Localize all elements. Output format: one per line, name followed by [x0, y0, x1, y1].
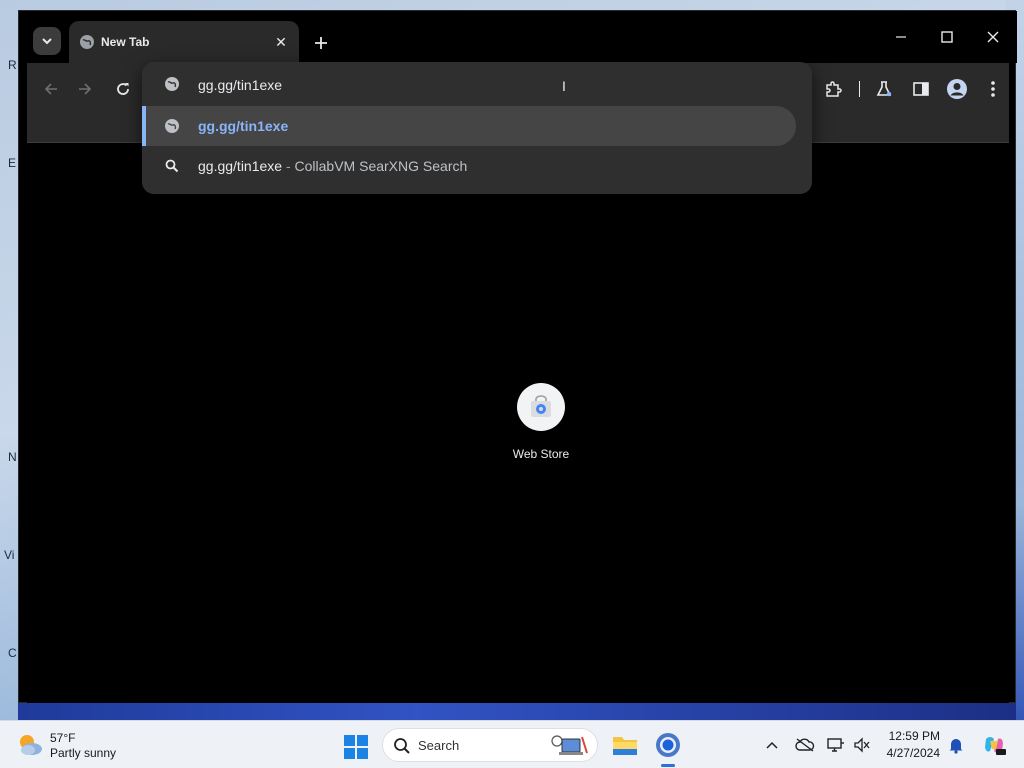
search-icon [165, 159, 179, 173]
omnibox-dropdown: I gg.gg/tin1exe gg.gg/tin1exe - CollabVM… [142, 62, 812, 194]
minimize-icon [896, 36, 906, 38]
kebab-menu-icon [991, 81, 995, 97]
shortcut-label: Web Store [512, 447, 570, 461]
reload-icon [117, 83, 129, 95]
flask-icon [876, 81, 892, 97]
weather-temperature: 57°F [50, 731, 76, 745]
shortcut-tile [517, 383, 565, 431]
reload-button[interactable] [109, 75, 137, 103]
address-bar[interactable]: I [142, 62, 812, 106]
suggestion-separator: - [285, 158, 291, 174]
side-panel-button[interactable] [907, 75, 935, 103]
forward-button[interactable] [71, 75, 99, 103]
file-explorer-button[interactable] [609, 729, 641, 761]
shortcut-web-store[interactable]: Web Store [481, 383, 601, 473]
start-button[interactable] [340, 731, 372, 763]
suggestion-search[interactable]: gg.gg/tin1exe - CollabVM SearXNG Search [142, 146, 796, 186]
puzzle-icon [826, 81, 842, 97]
side-panel-icon [913, 82, 929, 96]
search-icon [394, 738, 410, 754]
back-button[interactable] [37, 75, 65, 103]
tab-title: New Tab [101, 35, 150, 49]
taskbar: 57°F Partly sunny Search 12:59 PM 4/27/2… [0, 720, 1024, 768]
globe-icon [80, 35, 94, 49]
folder-icon [613, 737, 637, 755]
windows-logo-icon [344, 735, 368, 759]
profile-button[interactable] [943, 75, 971, 103]
suggestion-description: CollabVM SearXNG Search [294, 158, 468, 174]
close-icon [987, 31, 999, 43]
suggestion-query: gg.gg/tin1exe [198, 158, 283, 174]
arrow-right-icon [79, 83, 92, 95]
clock-time[interactable]: 12:59 PM [880, 729, 940, 743]
maximize-icon [941, 31, 953, 43]
active-app-indicator [661, 764, 675, 767]
chevron-down-icon [42, 38, 52, 45]
web-store-icon [531, 395, 551, 417]
address-input[interactable] [198, 75, 758, 95]
minimize-button[interactable] [885, 25, 917, 49]
weather-description: Partly sunny [50, 746, 117, 760]
arrow-left-icon [44, 83, 57, 95]
maximize-button[interactable] [931, 25, 963, 49]
volume-button[interactable] [852, 735, 872, 755]
close-tab-icon[interactable]: ✕ [271, 32, 291, 52]
copilot-button[interactable] [982, 733, 1006, 757]
weather-widget[interactable]: 57°F Partly sunny [16, 729, 146, 763]
network-button[interactable] [826, 735, 846, 755]
text-cursor-icon: I [562, 78, 566, 94]
desktop-icon-label[interactable]: R [8, 58, 17, 72]
monitor-network-icon [827, 738, 844, 752]
desktop-icon-label[interactable]: E [8, 156, 16, 170]
cloud-offline-icon [795, 738, 815, 752]
desktop-icon-label[interactable]: Vi [4, 548, 14, 562]
onedrive-button[interactable] [795, 735, 815, 755]
tab-strip: New Tab ✕ [19, 11, 1017, 63]
desktop-edge [18, 703, 1016, 720]
chrome-taskbar-button[interactable] [652, 729, 684, 761]
partly-sunny-icon [20, 735, 42, 755]
labs-button[interactable] [870, 75, 898, 103]
chrome-icon [656, 733, 680, 757]
speaker-muted-icon [854, 737, 870, 753]
toolbar-divider [859, 81, 860, 97]
suggestion-text: gg.gg/tin1exe [198, 118, 289, 134]
globe-icon [165, 119, 179, 133]
desktop-icon-label[interactable]: N [8, 450, 17, 464]
suggestion-text: gg.gg/tin1exe - CollabVM SearXNG Search [198, 158, 467, 174]
chevron-up-icon [766, 741, 778, 749]
bell-icon [949, 739, 963, 754]
notifications-button[interactable] [946, 735, 966, 755]
globe-icon [165, 77, 179, 91]
copilot-icon [985, 737, 1006, 755]
clock-date[interactable]: 4/27/2024 [880, 746, 940, 760]
menu-button[interactable] [979, 75, 1007, 103]
suggestion-url[interactable]: gg.gg/tin1exe [142, 106, 796, 146]
desktop-icon-label[interactable]: C [8, 646, 17, 660]
show-hidden-icons-button[interactable] [762, 735, 782, 755]
tab-search-button[interactable] [33, 27, 61, 55]
desktop-icons-column: R E N Vi C [0, 0, 20, 720]
extensions-button[interactable] [819, 75, 847, 103]
tab-new-tab[interactable]: New Tab ✕ [69, 21, 299, 63]
taskbar-search[interactable]: Search [382, 728, 598, 762]
close-window-button[interactable] [977, 25, 1009, 49]
plus-icon [315, 37, 327, 49]
search-label: Search [418, 738, 460, 753]
search-highlight-icon [551, 735, 588, 755]
avatar-icon [947, 79, 967, 99]
new-tab-button[interactable] [307, 29, 335, 57]
new-tab-page: Web Store [27, 143, 1009, 704]
